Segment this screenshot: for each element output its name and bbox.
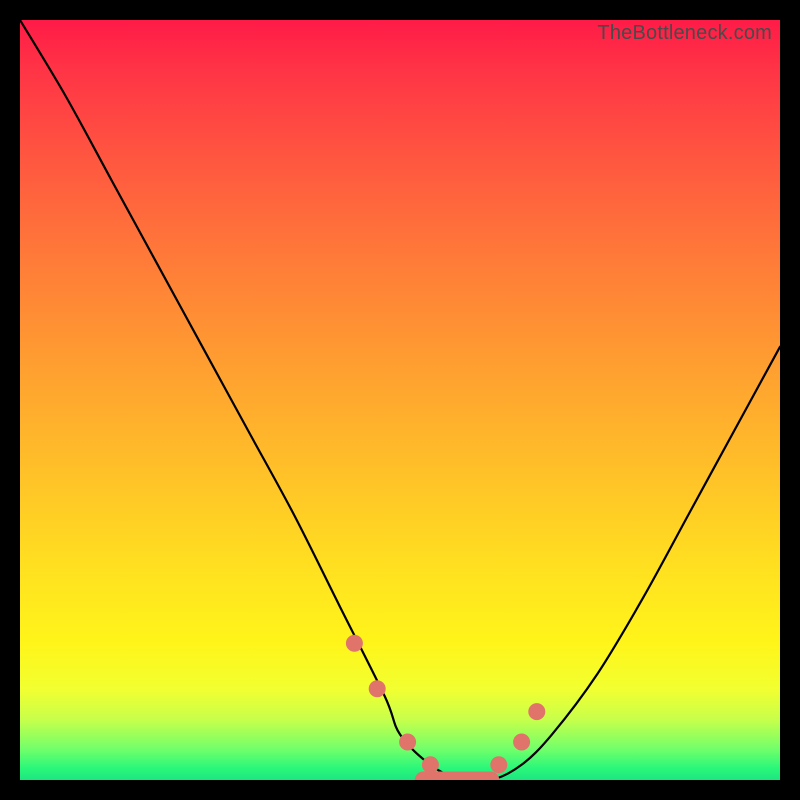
- data-marker: [514, 734, 530, 750]
- data-marker: [400, 734, 416, 750]
- plot-area: TheBottleneck.com: [20, 20, 780, 780]
- data-marker: [369, 681, 385, 697]
- flat-band: [415, 772, 499, 780]
- chart-frame: TheBottleneck.com: [0, 0, 800, 800]
- curve-layer: [20, 20, 780, 780]
- data-marker: [529, 704, 545, 720]
- data-marker: [346, 635, 362, 651]
- marker-group: [346, 635, 544, 780]
- data-marker: [491, 757, 507, 773]
- bottleneck-curve: [20, 20, 780, 780]
- data-marker: [422, 757, 438, 773]
